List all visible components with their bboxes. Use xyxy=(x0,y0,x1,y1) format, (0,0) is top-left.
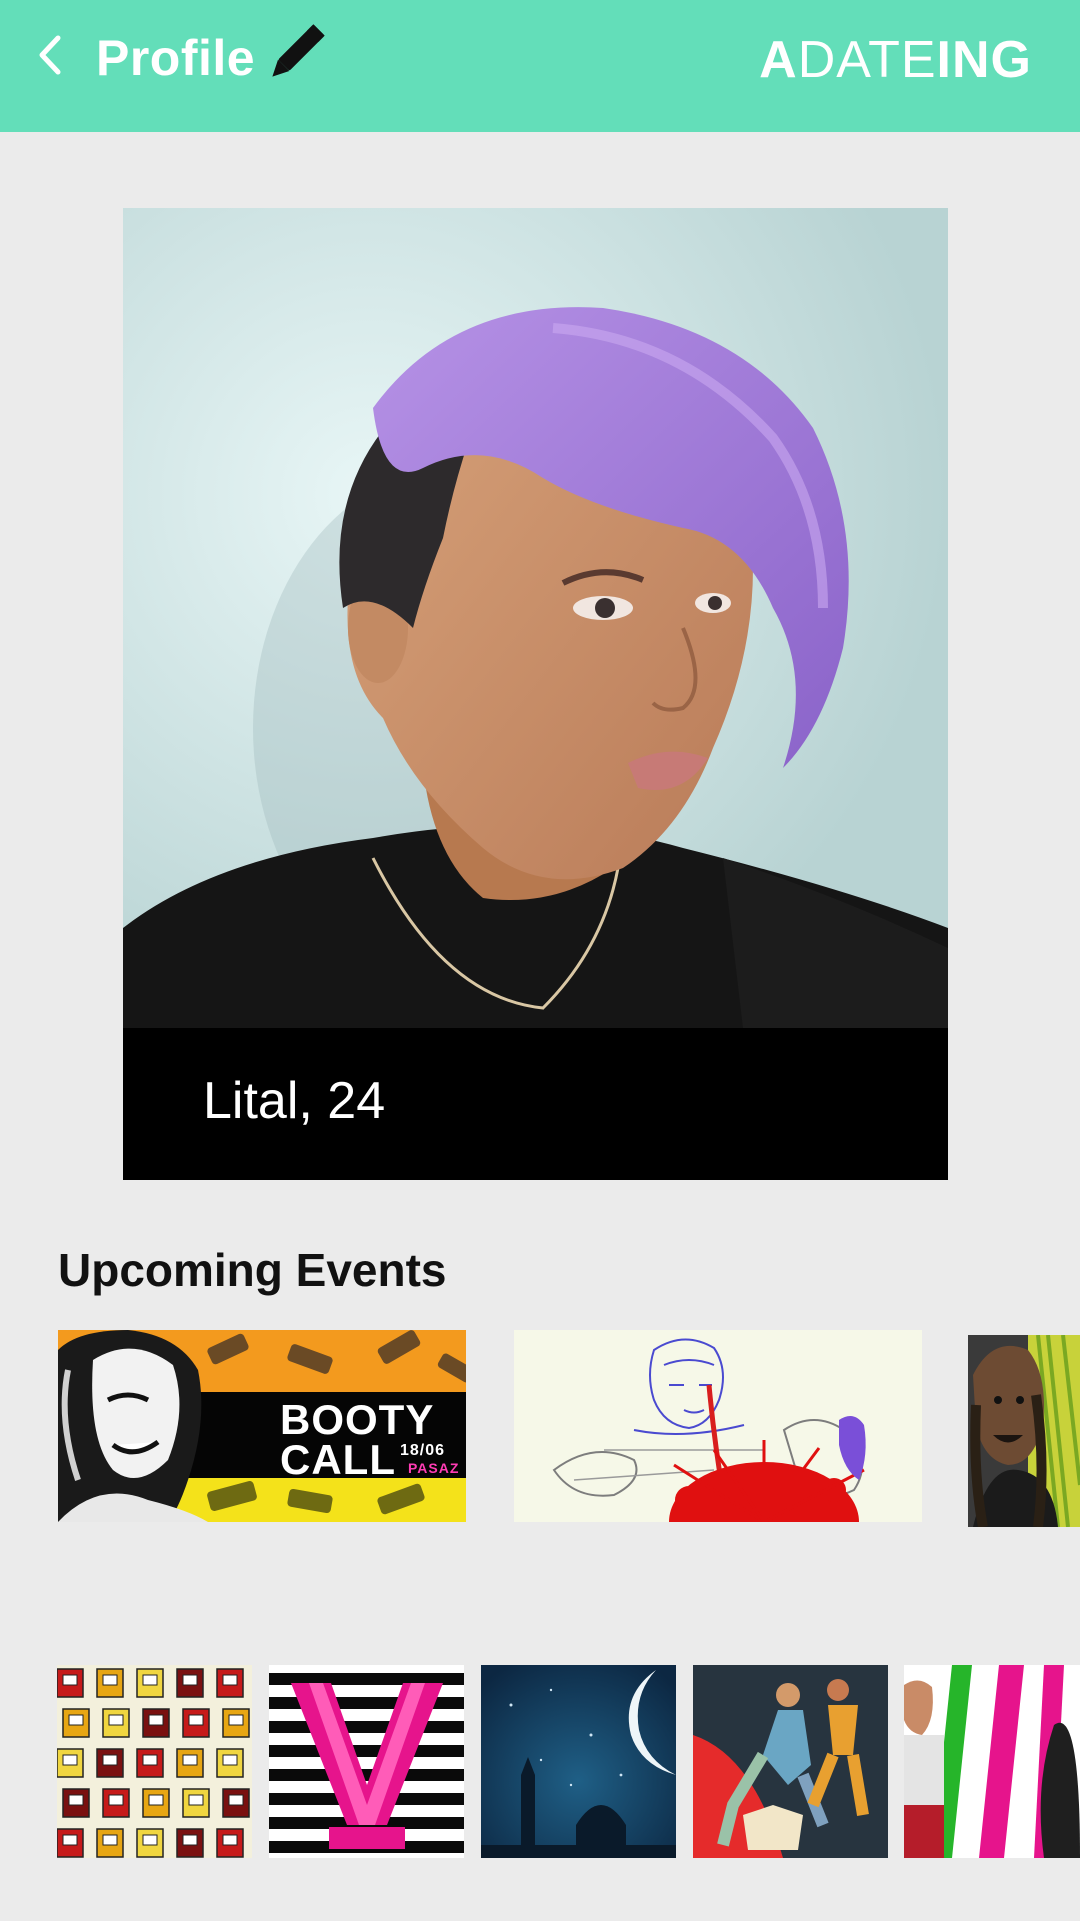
profile-name-bar: Lital, 24 xyxy=(123,1028,948,1180)
profile-name-age: Lital, 24 xyxy=(203,1072,386,1130)
event-tile-v-logo[interactable] xyxy=(269,1665,464,1858)
top-app-bar: Profile ADATEING xyxy=(0,0,1080,132)
profile-photo[interactable] xyxy=(123,208,948,1028)
event-card-booty-call[interactable]: BOOTY CALL 18/06 PASAZ xyxy=(58,1330,466,1522)
brand-ng: NG xyxy=(952,31,1032,89)
chevron-left-icon xyxy=(39,35,61,75)
event-tile-night-mosque[interactable] xyxy=(481,1665,676,1858)
event-tile-collage[interactable] xyxy=(904,1665,1080,1858)
upcoming-events-heading: Upcoming Events xyxy=(58,1244,447,1296)
portrait-poster-image xyxy=(968,1335,1080,1527)
brand-date: DATE xyxy=(797,31,937,89)
person-portrait-illustration xyxy=(123,208,948,1028)
event-card-portrait[interactable] xyxy=(968,1335,1080,1527)
page-title: Profile xyxy=(96,30,256,86)
collage-poster-image xyxy=(904,1665,1080,1858)
v-logo-poster-image xyxy=(269,1665,464,1858)
brand-letter-a: A xyxy=(759,31,798,89)
night-mosque-poster-image xyxy=(481,1665,676,1858)
event-tile-pattern[interactable]: (function () { var ns = 'http://www.w3.o… xyxy=(57,1665,252,1858)
back-button[interactable] xyxy=(26,30,76,80)
booty-date: 18/06 xyxy=(400,1442,446,1459)
sketch-art-poster-image xyxy=(514,1330,922,1522)
pattern-poster-image: (function () { var ns = 'http://www.w3.o… xyxy=(57,1665,252,1858)
brand-logo: ADATEING xyxy=(759,30,1032,90)
event-tile-dance[interactable] xyxy=(693,1665,888,1858)
booty-venue: PASAZ xyxy=(408,1460,460,1476)
profile-screen: Profile ADATEING Lital, 24 Upcoming Even… xyxy=(0,0,1080,1921)
pencil-icon xyxy=(272,24,325,77)
event-card-sketch-art[interactable] xyxy=(514,1330,922,1522)
brand-letter-i: I xyxy=(936,31,952,89)
booty-line-2: CALL xyxy=(280,1436,396,1483)
edit-profile-button[interactable] xyxy=(258,18,332,90)
dance-poster-image xyxy=(693,1665,888,1858)
